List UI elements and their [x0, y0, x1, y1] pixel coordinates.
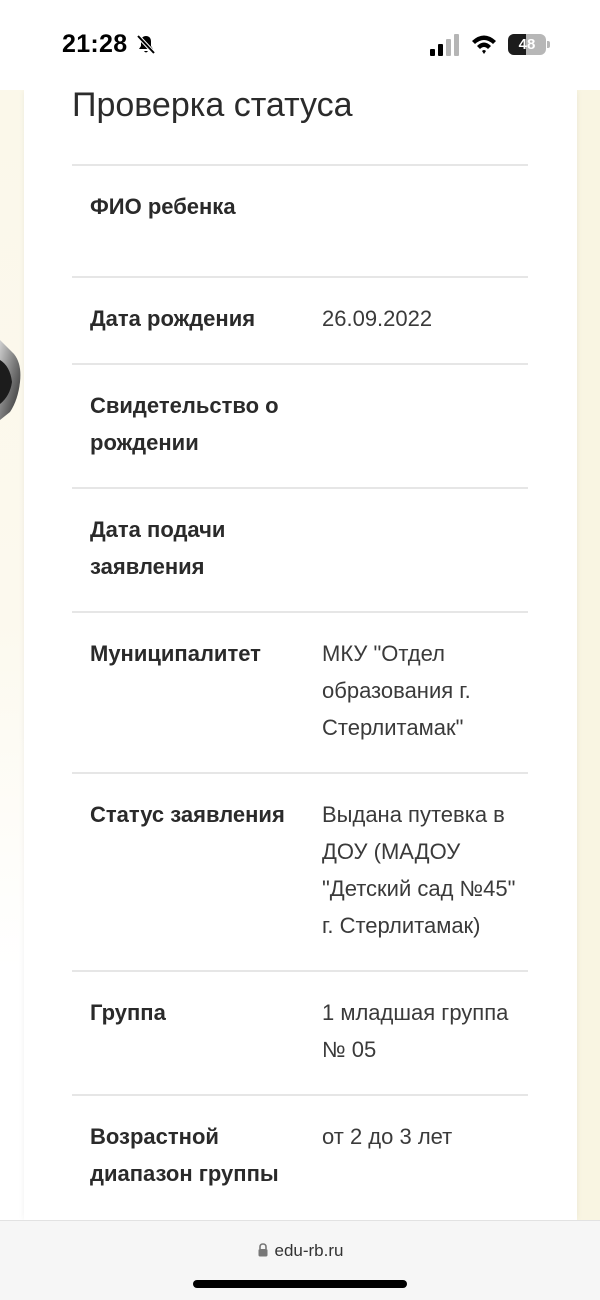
table-row-application-status: Статус заявления Выдана путевка в ДОУ (М… — [72, 774, 528, 972]
browser-address-bar[interactable]: edu-rb.ru — [0, 1220, 600, 1300]
row-value: Выдана путевка в ДОУ (МАДОУ "Детский сад… — [322, 802, 516, 938]
table-row-age-range: Возрастной диапазон группы от 2 до 3 лет — [72, 1096, 528, 1218]
row-label: Свидетельство о рождении — [90, 393, 279, 455]
status-time: 21:28 — [62, 30, 128, 58]
url-display[interactable]: edu-rb.ru — [0, 1241, 600, 1261]
battery-percent: 48 — [518, 36, 536, 53]
row-label: Группа — [90, 1000, 166, 1025]
wifi-icon — [472, 35, 496, 54]
background-decoration-right — [577, 90, 600, 1220]
status-table: ФИО ребенка Дата рождения 26.09.2022 Сви… — [72, 164, 528, 1218]
bell-muted-icon — [136, 34, 156, 55]
table-row-birth-date: Дата рождения 26.09.2022 — [72, 278, 528, 365]
row-value — [322, 511, 528, 585]
row-value: от 2 до 3 лет — [322, 1124, 453, 1149]
screen: 21:28 48 Проверка статуса ФИО ребенка Да… — [0, 0, 600, 1300]
page-title: Проверка статуса — [72, 86, 353, 124]
row-label: Дата рождения — [90, 306, 256, 331]
row-label: Муниципалитет — [90, 641, 261, 666]
row-value — [322, 387, 528, 461]
battery-icon: 48 — [508, 34, 550, 55]
row-label: Дата подачи заявления — [90, 517, 226, 579]
row-label: Статус заявления — [90, 802, 285, 827]
row-value: 1 младшая группа № 05 — [322, 1000, 509, 1062]
pen-decoration-icon — [0, 340, 21, 420]
home-indicator[interactable] — [193, 1280, 407, 1288]
table-row-application-date: Дата подачи заявления — [72, 489, 528, 613]
row-label: Возрастной диапазон группы — [90, 1124, 279, 1186]
table-row-birth-certificate: Свидетельство о рождении — [72, 365, 528, 489]
row-value: МКУ "Отдел образования г. Стерлитамак" — [322, 641, 471, 740]
cellular-signal-icon — [430, 34, 459, 56]
background-decoration — [0, 90, 24, 970]
row-value: 26.09.2022 — [322, 306, 433, 331]
table-row-child-name: ФИО ребенка — [72, 166, 528, 278]
lock-icon — [258, 1243, 267, 1257]
table-row-municipality: Муниципалитет МКУ "Отдел образования г. … — [72, 613, 528, 774]
row-label: ФИО ребенка — [90, 194, 236, 219]
url-text: edu-rb.ru — [274, 1241, 344, 1260]
row-value — [322, 188, 528, 250]
table-row-group: Группа 1 младшая группа № 05 — [72, 972, 528, 1096]
status-bar: 21:28 48 — [0, 0, 600, 90]
